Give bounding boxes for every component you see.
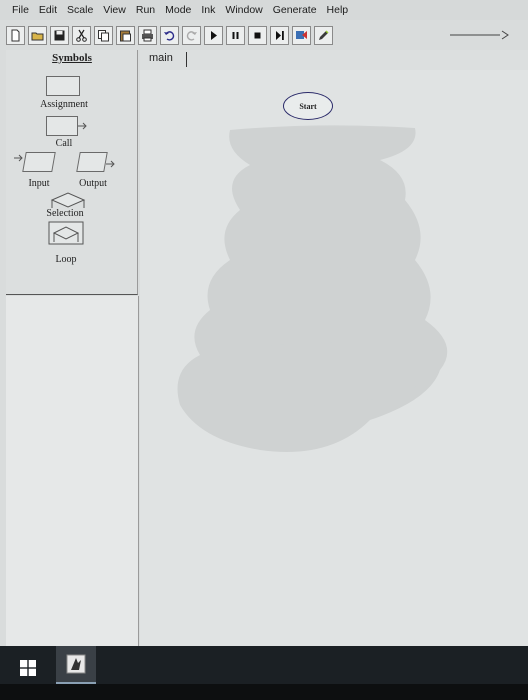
symbols-panel: Symbols Assignment Call Input Output Sel… (6, 50, 138, 295)
step-button[interactable] (270, 25, 289, 45)
menu-edit[interactable]: Edit (35, 4, 63, 16)
menu-help[interactable]: Help (323, 4, 355, 16)
assignment-label: Assignment (40, 99, 88, 110)
undo-icon (164, 30, 175, 41)
menu-bar: File Edit Scale View Run Mode Ink Window… (0, 0, 528, 20)
pause-icon (232, 31, 239, 39)
output-symbol[interactable] (76, 152, 108, 172)
new-file-button[interactable] (6, 25, 25, 45)
toolbar (0, 22, 528, 48)
play-icon (211, 30, 217, 40)
scribble-overlay (177, 125, 448, 452)
test-button[interactable] (292, 25, 311, 45)
raptor-app-icon (66, 654, 86, 674)
open-button[interactable] (28, 25, 47, 45)
menu-generate[interactable]: Generate (269, 4, 323, 16)
redo-button[interactable] (182, 25, 201, 45)
copy-icon (98, 29, 109, 41)
stop-button[interactable] (248, 25, 267, 45)
undo-button[interactable] (160, 25, 179, 45)
input-label: Input (28, 178, 50, 189)
symbols-heading: Symbols (52, 52, 92, 64)
call-label: Call (55, 138, 73, 149)
paste-button[interactable] (116, 25, 135, 45)
cut-icon (76, 29, 87, 42)
print-button[interactable] (138, 25, 157, 45)
new-file-icon (11, 29, 20, 41)
taskbar-app-button[interactable] (56, 646, 96, 684)
call-symbol[interactable] (46, 116, 78, 136)
copy-button[interactable] (94, 25, 113, 45)
print-icon (142, 29, 153, 41)
menu-window[interactable]: Window (221, 4, 268, 16)
cut-button[interactable] (72, 25, 91, 45)
toolbar-separator-line (450, 30, 509, 40)
windows-logo-icon[interactable] (20, 660, 36, 676)
pen-icon (319, 29, 329, 40)
output-arrow-icon (106, 160, 115, 168)
loop-symbol[interactable] (46, 220, 86, 246)
save-icon (54, 30, 65, 40)
menu-view[interactable]: View (99, 4, 132, 16)
menu-ink[interactable]: Ink (197, 4, 221, 16)
tab-main[interactable]: main (149, 52, 173, 64)
menu-mode[interactable]: Mode (161, 4, 197, 16)
step-icon (276, 30, 284, 40)
stop-icon (254, 32, 261, 38)
test-icon (296, 30, 307, 39)
start-node[interactable]: Start (283, 92, 333, 120)
menu-run[interactable]: Run (132, 4, 161, 16)
paste-icon (120, 30, 131, 41)
assignment-symbol[interactable] (46, 76, 80, 96)
output-label: Output (79, 178, 107, 189)
text-caret (186, 52, 187, 67)
screen-bottom-edge (0, 684, 528, 700)
loop-label: Loop (55, 254, 77, 265)
tab-bar (140, 50, 528, 70)
menu-scale[interactable]: Scale (63, 4, 99, 16)
ink-button[interactable] (314, 25, 333, 45)
selection-label: Selection (46, 208, 84, 219)
selection-symbol[interactable] (50, 190, 86, 210)
menu-file[interactable]: File (8, 4, 35, 16)
open-folder-icon (31, 32, 44, 40)
left-lower-panel (6, 296, 139, 646)
redo-icon (186, 30, 197, 41)
call-arrow-icon (78, 122, 87, 130)
run-button[interactable] (204, 25, 223, 45)
pause-button[interactable] (226, 25, 245, 45)
input-symbol[interactable] (22, 152, 56, 172)
save-button[interactable] (50, 25, 69, 45)
